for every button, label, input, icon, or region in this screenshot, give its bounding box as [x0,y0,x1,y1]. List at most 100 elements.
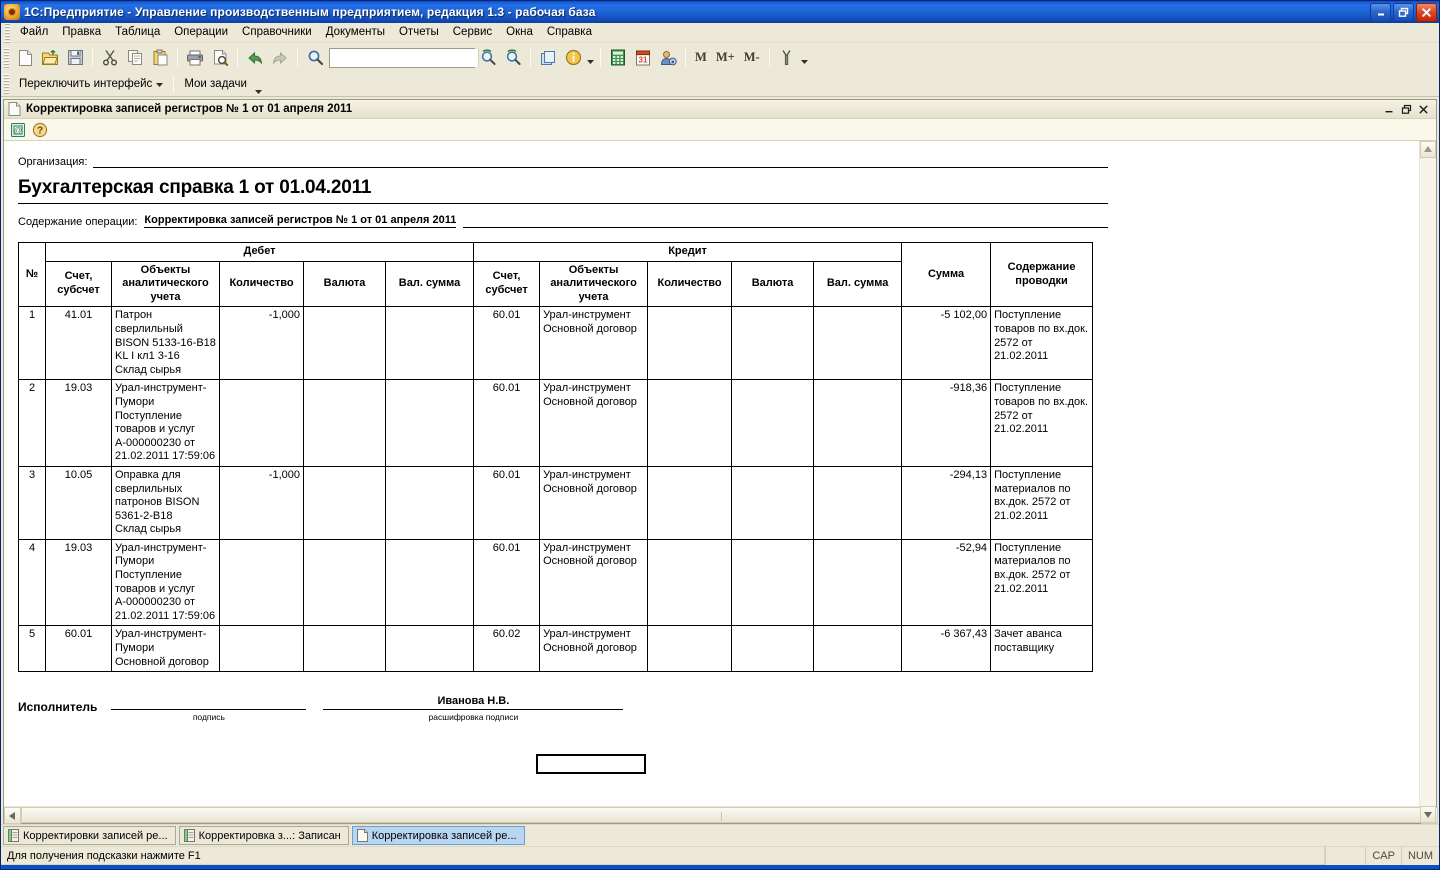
minimize-button[interactable] [1370,2,1391,22]
forward-arrow-icon[interactable] [268,46,292,69]
menu-item-service[interactable]: Сервис [446,25,499,41]
calculator-icon[interactable] [606,46,630,69]
memory-recall-button[interactable]: M [691,46,711,69]
my-tasks-label: Мои задачи [184,78,247,90]
interface-toolbar-gripper[interactable] [4,74,9,94]
tools-dropdown-caret-icon[interactable] [800,51,809,65]
info-icon[interactable] [561,46,585,69]
taskbar-item-register-report[interactable]: Корректировка записей ре... [351,826,525,845]
save-to-file-icon[interactable]: @ [8,120,28,139]
header-debit-currency-amount: Вал. сумма [384,260,475,308]
help-icon[interactable]: ? [30,120,50,139]
cell-credit-quantity [647,465,733,540]
memory-subtract-button[interactable]: M- [740,46,764,69]
open-folder-icon[interactable] [38,46,62,69]
my-tasks-button[interactable]: Мои задачи [178,75,253,93]
entries-table: № Дебет Кредит Сумма Содержание проводки… [18,241,1094,673]
cell-credit-quantity [647,625,733,673]
cell-sum: -52,94 [901,538,992,627]
report-window-controls [1381,102,1434,116]
print-icon[interactable] [183,46,207,69]
calendar-icon[interactable]: 31 [631,46,655,69]
header-debit-group: Дебет [44,242,475,262]
table-row[interactable]: 2 19.03 Урал-инструмент- Пумори Поступле… [18,379,1094,467]
title-bar: 1С:Предприятие - Управление производстве… [1,1,1439,23]
window-controls [1370,2,1437,22]
copy-window-icon[interactable] [536,46,560,69]
search-input[interactable] [330,48,478,67]
organization-value [93,155,1108,168]
menu-item-reports[interactable]: Отчеты [392,25,446,41]
scroll-up-button[interactable] [1420,141,1436,158]
report-restore-button[interactable] [1398,102,1414,116]
memory-add-button[interactable]: M+ [712,46,739,69]
report-window-title: Корректировка записей регистров № 1 от 0… [26,103,353,115]
taskbar-item-register-saved[interactable]: Корректировка з...: Записан [178,826,349,845]
search-combobox[interactable] [329,47,494,68]
switch-interface-button[interactable]: Переключить интерфейс [13,75,169,93]
my-tasks-caret-icon[interactable] [254,82,263,96]
save-icon[interactable] [63,46,87,69]
menu-item-operations[interactable]: Операции [167,25,235,41]
search-icon[interactable] [303,46,327,69]
menu-item-edit[interactable]: Правка [55,25,108,41]
cell-credit-objects: Урал-инструмент Основной договор [539,306,649,381]
menu-item-help[interactable]: Справка [540,25,599,41]
menu-item-catalogs[interactable]: Справочники [235,25,319,41]
cell-debit-currency-amount [384,465,475,540]
cell-credit-currency-amount [813,306,903,381]
cell-debit-objects: Патрон сверлильный BISON 5133-16-B18 KL … [111,306,220,381]
new-document-icon[interactable] [13,46,37,69]
table-row[interactable]: 5 60.01 Урал-инструмент- Пумори Основной… [18,625,1094,673]
vertical-scroll-track[interactable] [1420,158,1436,806]
cut-icon[interactable] [98,46,122,69]
window-bottom-edge [1,865,1439,869]
table-group-header-row: № Дебет Кредит Сумма Содержание проводки [18,241,1094,308]
switch-interface-label: Переключить интерфейс [19,78,153,90]
menu-item-windows[interactable]: Окна [499,25,540,41]
restore-button[interactable] [1393,2,1414,22]
taskbar-item-registers-list[interactable]: Корректировки записей ре... [3,826,176,845]
horizontal-scroll-thumb[interactable] [21,807,1421,823]
wrench-icon[interactable] [775,46,799,69]
print-preview-icon[interactable] [208,46,232,69]
table-row[interactable]: 1 41.01 Патрон сверлильный BISON 5133-16… [18,306,1094,381]
taskbar-item-label: Корректировка з...: Записан [198,829,341,842]
cell-credit-account: 60.01 [473,306,541,381]
table-row[interactable]: 4 19.03 Урал-инструмент- Пумори Поступле… [18,538,1094,627]
signature-caption: подпись [192,712,225,723]
menu-gripper[interactable] [5,22,10,43]
find-prev-icon[interactable] [501,46,525,69]
report-page: Организация: Бухгалтерская справка 1 от … [4,141,1418,775]
report-toolbar: @ ? [4,119,1436,141]
close-button[interactable] [1416,2,1437,22]
info-dropdown-caret-icon[interactable] [586,51,595,65]
vertical-scrollbar[interactable] [1419,141,1436,823]
report-close-button[interactable] [1415,102,1431,116]
cell-credit-currency [731,306,815,381]
paste-icon[interactable] [148,46,172,69]
cell-debit-account: 19.03 [45,538,112,627]
table-row[interactable]: 3 10.05 Оправка для сверлильных патронов… [18,465,1094,540]
back-arrow-icon[interactable] [243,46,267,69]
entries-table-body: 1 41.01 Патрон сверлильный BISON 5133-16… [18,306,1094,673]
cell-description: Поступление материалов по вх.док. 2572 о… [990,465,1094,540]
toolbar-gripper[interactable] [4,47,9,68]
scroll-down-button[interactable] [1420,806,1436,823]
cell-debit-quantity: -1,000 [219,465,304,540]
cell-num: 2 [18,379,46,467]
copy-icon[interactable] [123,46,147,69]
interface-toolbar: Переключить интерфейс Мои задачи [1,72,1439,97]
user-settings-icon[interactable] [656,46,680,69]
find-next-icon[interactable] [476,46,500,69]
menu-item-file[interactable]: Файл [13,25,55,41]
scroll-left-button[interactable] [4,807,21,824]
app-logo-icon [4,4,20,20]
menu-item-table[interactable]: Таблица [108,25,167,41]
cell-num: 1 [18,306,46,381]
report-minimize-button[interactable] [1381,102,1397,116]
cell-description: Поступление товаров по вх.док. 2572 от 2… [990,379,1094,467]
horizontal-scrollbar[interactable] [4,806,1438,824]
menu-item-documents[interactable]: Документы [319,25,392,41]
spreadsheet-viewport[interactable]: Организация: Бухгалтерская справка 1 от … [4,141,1419,806]
